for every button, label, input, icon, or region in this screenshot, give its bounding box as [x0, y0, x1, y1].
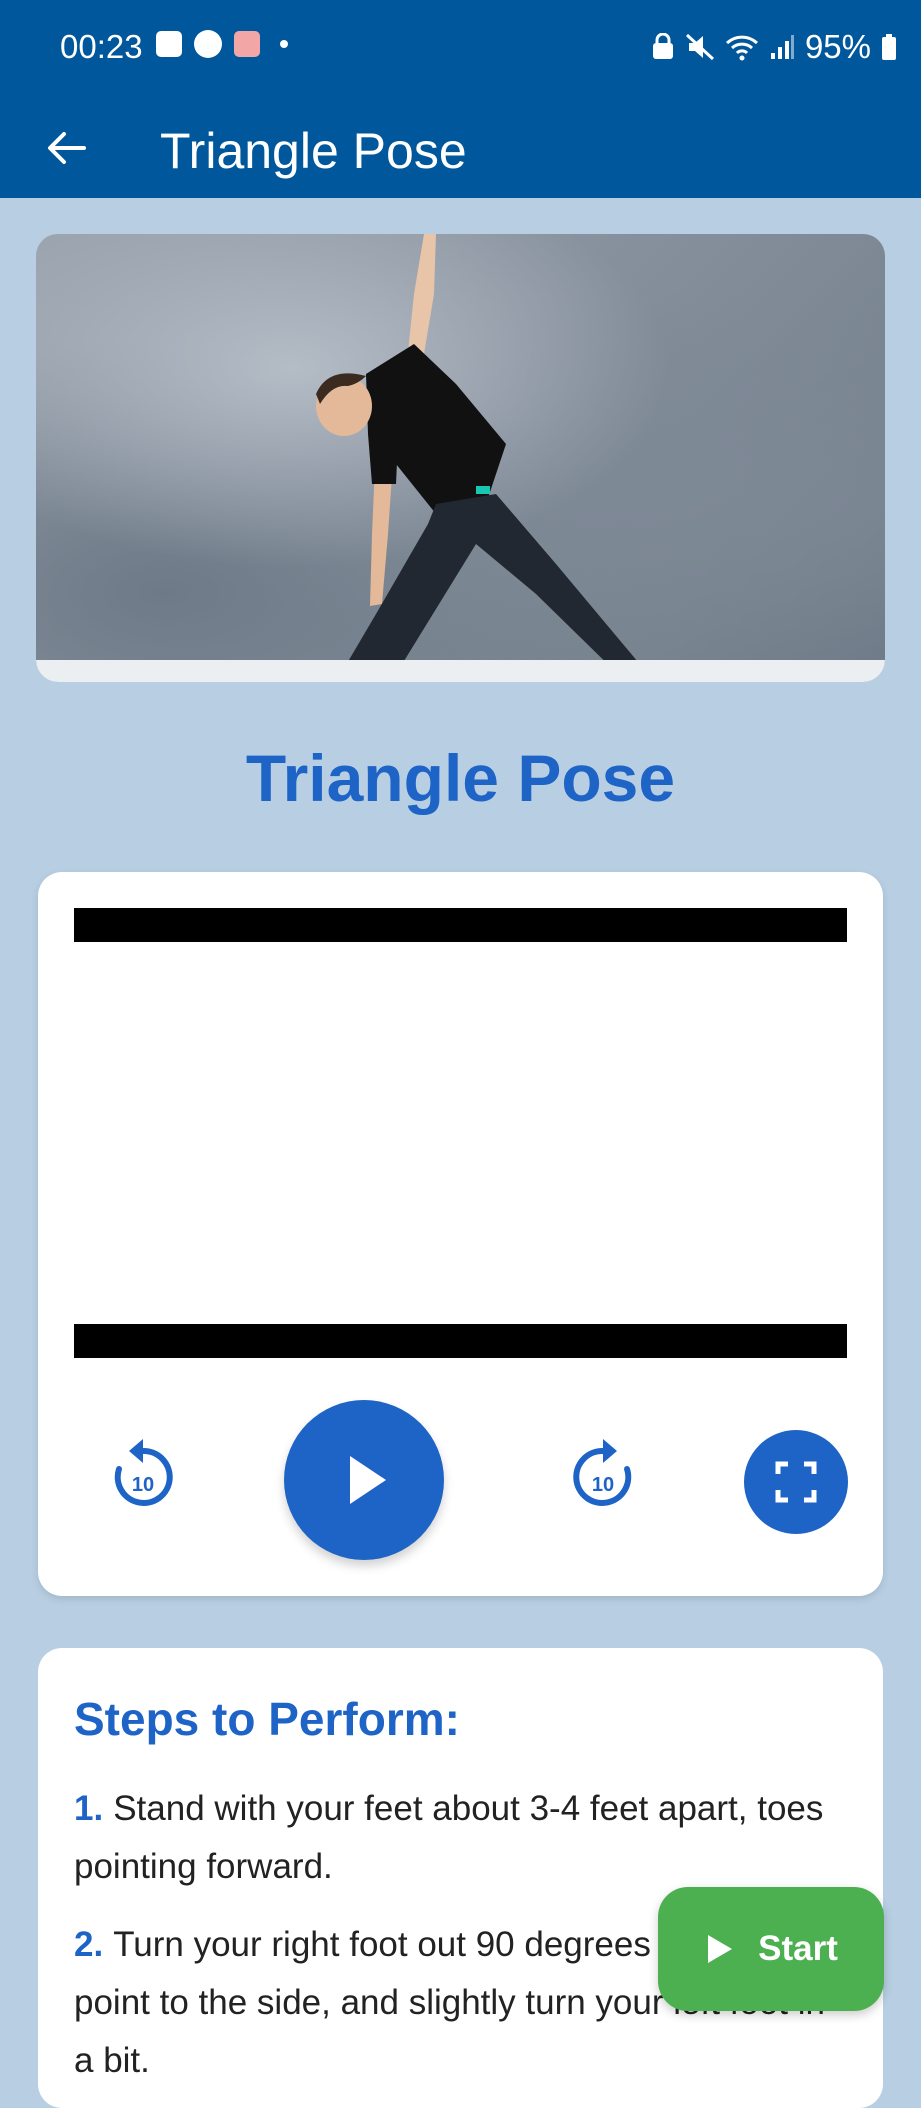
fullscreen-icon	[775, 1461, 817, 1503]
wifi-icon	[725, 35, 758, 61]
battery-icon	[882, 34, 896, 60]
letterbox-top	[74, 908, 847, 942]
gallery-icon	[156, 31, 182, 57]
arrow-left-icon	[48, 132, 86, 164]
system-icons: 95%	[651, 28, 897, 66]
play-icon	[708, 1935, 733, 1963]
signal-icon	[770, 35, 794, 59]
pose-hero-image	[36, 234, 885, 682]
letterbox-bottom	[74, 1324, 847, 1358]
status-time: 00:23	[60, 28, 143, 65]
person-figure	[316, 234, 648, 682]
replay-10-icon: 10	[114, 1439, 173, 1506]
step-number: 1.	[74, 1789, 104, 1828]
pose-title: Triangle Pose	[245, 741, 676, 815]
video-surface[interactable]	[74, 908, 847, 1358]
back-button[interactable]	[36, 118, 96, 178]
app-bar: Triangle Pose	[0, 100, 921, 198]
steps-title: Steps to Perform:	[74, 1693, 460, 1745]
start-button[interactable]: Start	[658, 1887, 884, 2011]
lock-icon	[652, 33, 673, 59]
rewind-label: 10	[132, 1474, 154, 1496]
face-icon	[194, 30, 222, 58]
play-icon	[350, 1456, 386, 1504]
forward-label: 10	[592, 1474, 614, 1496]
step-item: 1. Stand with your feet about 3-4 feet ap…	[74, 1780, 854, 1896]
notification-icons	[156, 30, 288, 58]
mute-icon	[685, 33, 714, 61]
more-notifications-dot	[280, 40, 288, 48]
status-bar: 00:23 95%	[0, 0, 921, 100]
steps-card: Steps to Perform: 1. Stand with your feet…	[38, 1648, 883, 2108]
fullscreen-button[interactable]	[744, 1430, 848, 1534]
step-text: Stand with your feet about 3-4 feet apar…	[74, 1789, 824, 1886]
app-bar-title: Triangle Pose	[160, 123, 467, 179]
step-number: 2.	[74, 1925, 104, 1964]
forward-10-button[interactable]: 10	[558, 1432, 648, 1522]
battery-percent: 95%	[804, 28, 871, 65]
start-label: Start	[758, 1929, 838, 1968]
play-button[interactable]	[284, 1400, 444, 1560]
rewind-10-button[interactable]: 10	[98, 1432, 188, 1522]
forward-10-icon: 10	[573, 1439, 632, 1506]
video-player-card: 10 10	[38, 872, 883, 1596]
floor	[36, 660, 885, 682]
store-icon	[234, 31, 260, 57]
